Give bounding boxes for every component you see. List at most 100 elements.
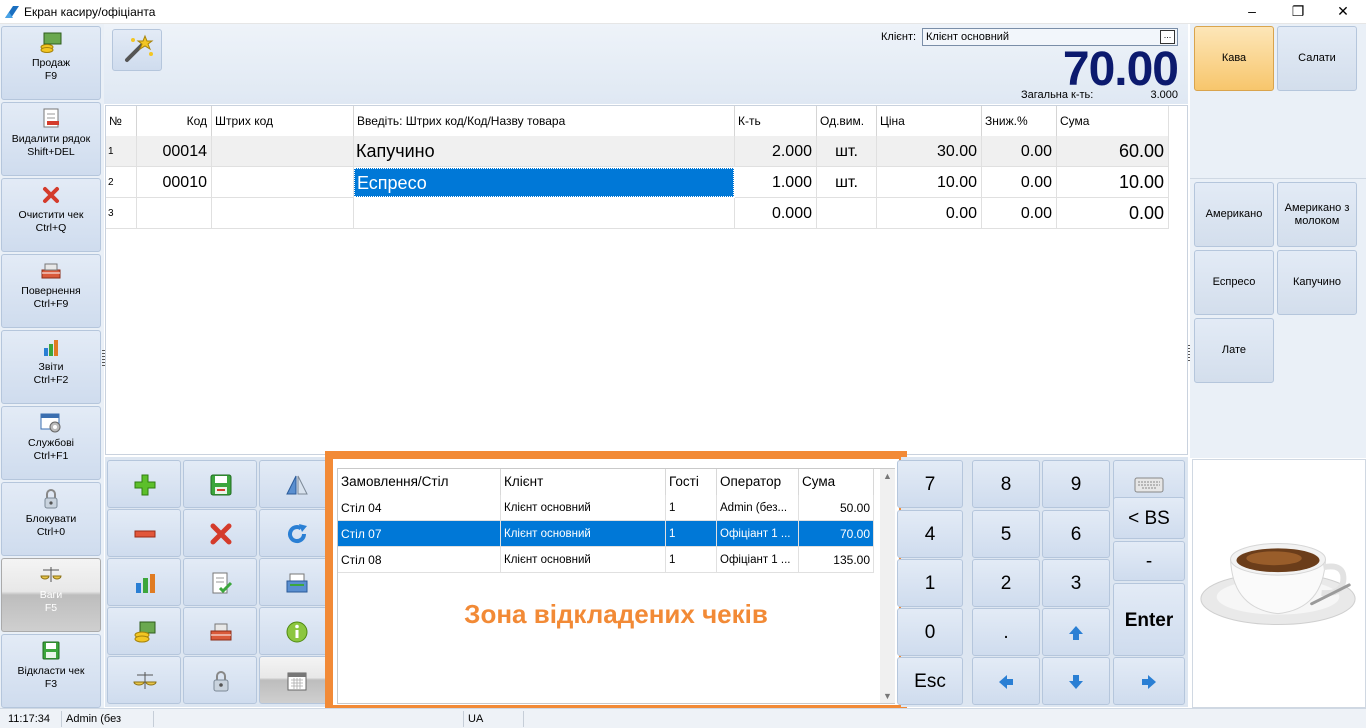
sidebar-item-return[interactable]: Повернення Ctrl+F9 <box>1 254 101 328</box>
return-button[interactable] <box>183 607 257 655</box>
key-7[interactable]: 7 <box>897 460 963 508</box>
key-9[interactable]: 9 <box>1042 460 1110 508</box>
close-button[interactable]: ✕ <box>1320 0 1366 24</box>
suspended-row-operator[interactable]: Офіціант 1 ... <box>717 521 799 547</box>
suspended-row-client[interactable]: Клієнт основний <box>501 521 666 547</box>
suspended-row-client[interactable]: Клієнт основний <box>501 495 666 521</box>
key-0[interactable]: 0 <box>897 608 963 656</box>
key-5[interactable]: 5 <box>972 510 1040 558</box>
info-button[interactable] <box>259 607 333 655</box>
table-row[interactable]: 1 00014 Капучино 2.000 шт. 30.00 0.00 60… <box>106 136 1169 167</box>
enter-button[interactable]: Enter <box>1113 583 1185 656</box>
sidebar-item-sale[interactable]: Продаж F9 <box>1 26 101 100</box>
suspended-row-sum[interactable]: 50.00 <box>799 495 874 521</box>
row-unit <box>817 198 877 229</box>
key-minus[interactable]: - <box>1113 541 1185 581</box>
suspended-row-client[interactable]: Клієнт основний <box>501 547 666 573</box>
key-dot[interactable]: . <box>972 608 1040 656</box>
suspended-row-table[interactable]: Стіл 04 <box>338 495 501 521</box>
suspended-row-sum[interactable]: 70.00 <box>799 521 874 547</box>
sidebar-item-delete-line[interactable]: Видалити рядок Shift+DEL <box>1 102 101 176</box>
wizard-button[interactable] <box>112 29 162 71</box>
table-row[interactable]: 2 00010 Еспресо 1.000 шт. 10.00 0.00 10.… <box>106 167 1169 198</box>
column-header[interactable]: Гості <box>666 469 717 495</box>
category-salads[interactable]: Салати <box>1277 26 1357 91</box>
save-button[interactable] <box>183 460 257 508</box>
cash-register-button[interactable] <box>259 558 333 606</box>
sidebar-item-scales[interactable]: Ваги F5 <box>1 558 101 632</box>
checklist-button[interactable] <box>183 558 257 606</box>
row-qty: 0.000 <box>735 198 817 229</box>
backspace-button[interactable]: < BS <box>1113 497 1185 539</box>
suspended-scrollbar[interactable]: ▲ ▼ <box>880 469 895 703</box>
scales-button[interactable] <box>107 656 181 704</box>
sidebar-item-service[interactable]: Службові Ctrl+F1 <box>1 406 101 480</box>
payment-button[interactable] <box>107 607 181 655</box>
remove-button[interactable] <box>107 509 181 557</box>
suspended-checks-table[interactable]: Замовлення/Стіл Клієнт Гості Оператор Су… <box>337 468 895 704</box>
key-4[interactable]: 4 <box>897 510 963 558</box>
suspended-row-operator[interactable]: Admin (без... <box>717 495 799 521</box>
product-cappuccino[interactable]: Капучино <box>1277 250 1357 315</box>
arrow-right-button[interactable] <box>1113 657 1185 705</box>
product-espresso[interactable]: Еспресо <box>1194 250 1274 315</box>
product-americano[interactable]: Американо <box>1194 182 1274 247</box>
row-name-selected[interactable]: Еспресо <box>354 168 734 197</box>
delete-x-icon <box>210 523 232 545</box>
keyboard-icon <box>1134 477 1164 493</box>
sidebar-item-postpone-check[interactable]: Відкласти чек F3 <box>1 634 101 708</box>
column-header[interactable]: Код <box>137 106 212 136</box>
column-header[interactable]: Сума <box>799 469 874 495</box>
suspended-row-guests[interactable]: 1 <box>666 521 717 547</box>
sidebar-item-hotkey: Ctrl+Q <box>35 222 67 234</box>
scroll-up-arrow-icon[interactable]: ▲ <box>880 471 895 481</box>
column-header[interactable]: Од.вим. <box>817 106 877 136</box>
sidebar-item-clear-check[interactable]: Очистити чек Ctrl+Q <box>1 178 101 252</box>
restore-button[interactable]: ❐ <box>1275 0 1321 24</box>
suspended-row-table[interactable]: Стіл 08 <box>338 547 501 573</box>
minimize-button[interactable]: – <box>1229 0 1275 24</box>
delete-button[interactable] <box>183 509 257 557</box>
category-coffee[interactable]: Кава <box>1194 26 1274 91</box>
refresh-icon <box>288 524 307 544</box>
column-header[interactable]: Штрих код <box>212 106 354 136</box>
scroll-down-arrow-icon[interactable]: ▼ <box>880 691 895 701</box>
key-2[interactable]: 2 <box>972 559 1040 607</box>
arrow-down-button[interactable] <box>1042 657 1110 705</box>
key-8[interactable]: 8 <box>972 460 1040 508</box>
table-row[interactable]: 3 0.000 0.00 0.00 0.00 <box>106 198 1169 229</box>
key-6[interactable]: 6 <box>1042 510 1110 558</box>
sidebar-item-reports[interactable]: Звіти Ctrl+F2 <box>1 330 101 404</box>
key-1[interactable]: 1 <box>897 559 963 607</box>
escape-button[interactable]: Esc <box>897 657 963 705</box>
lock-button[interactable] <box>183 656 257 704</box>
suspended-row-guests[interactable]: 1 <box>666 495 717 521</box>
split-button[interactable] <box>259 460 333 508</box>
arrow-up-button[interactable] <box>1042 608 1110 656</box>
reports-button[interactable] <box>107 558 181 606</box>
add-button[interactable] <box>107 460 181 508</box>
check-table[interactable]: № Код Штрих код Введіть: Штрих код/Код/Н… <box>105 105 1188 455</box>
key-3[interactable]: 3 <box>1042 559 1110 607</box>
product-latte[interactable]: Лате <box>1194 318 1274 383</box>
column-header[interactable]: Сума <box>1057 106 1169 136</box>
column-header[interactable]: Ціна <box>877 106 982 136</box>
refresh-button[interactable] <box>259 509 333 557</box>
sidebar-item-hotkey: Ctrl+F9 <box>33 298 69 310</box>
suspended-row-operator[interactable]: Офіціант 1 ... <box>717 547 799 573</box>
product-americano-milk[interactable]: Американо з молоком <box>1277 182 1357 247</box>
column-header[interactable]: Зниж.% <box>982 106 1057 136</box>
suspended-row-guests[interactable]: 1 <box>666 547 717 573</box>
column-header[interactable]: Клієнт <box>501 469 666 495</box>
suspended-row-table[interactable]: Стіл 07 <box>338 521 501 547</box>
column-header[interactable]: Введіть: Штрих код/Код/Назву товара <box>354 106 735 136</box>
column-header[interactable]: № <box>106 106 137 136</box>
suspended-row-sum[interactable]: 135.00 <box>799 547 874 573</box>
calendar-button[interactable] <box>259 656 333 704</box>
row-barcode <box>212 167 354 198</box>
column-header[interactable]: К-ть <box>735 106 817 136</box>
column-header[interactable]: Оператор <box>717 469 799 495</box>
sidebar-item-lock[interactable]: Блокувати Ctrl+0 <box>1 482 101 556</box>
column-header[interactable]: Замовлення/Стіл <box>338 469 501 495</box>
arrow-left-button[interactable] <box>972 657 1040 705</box>
